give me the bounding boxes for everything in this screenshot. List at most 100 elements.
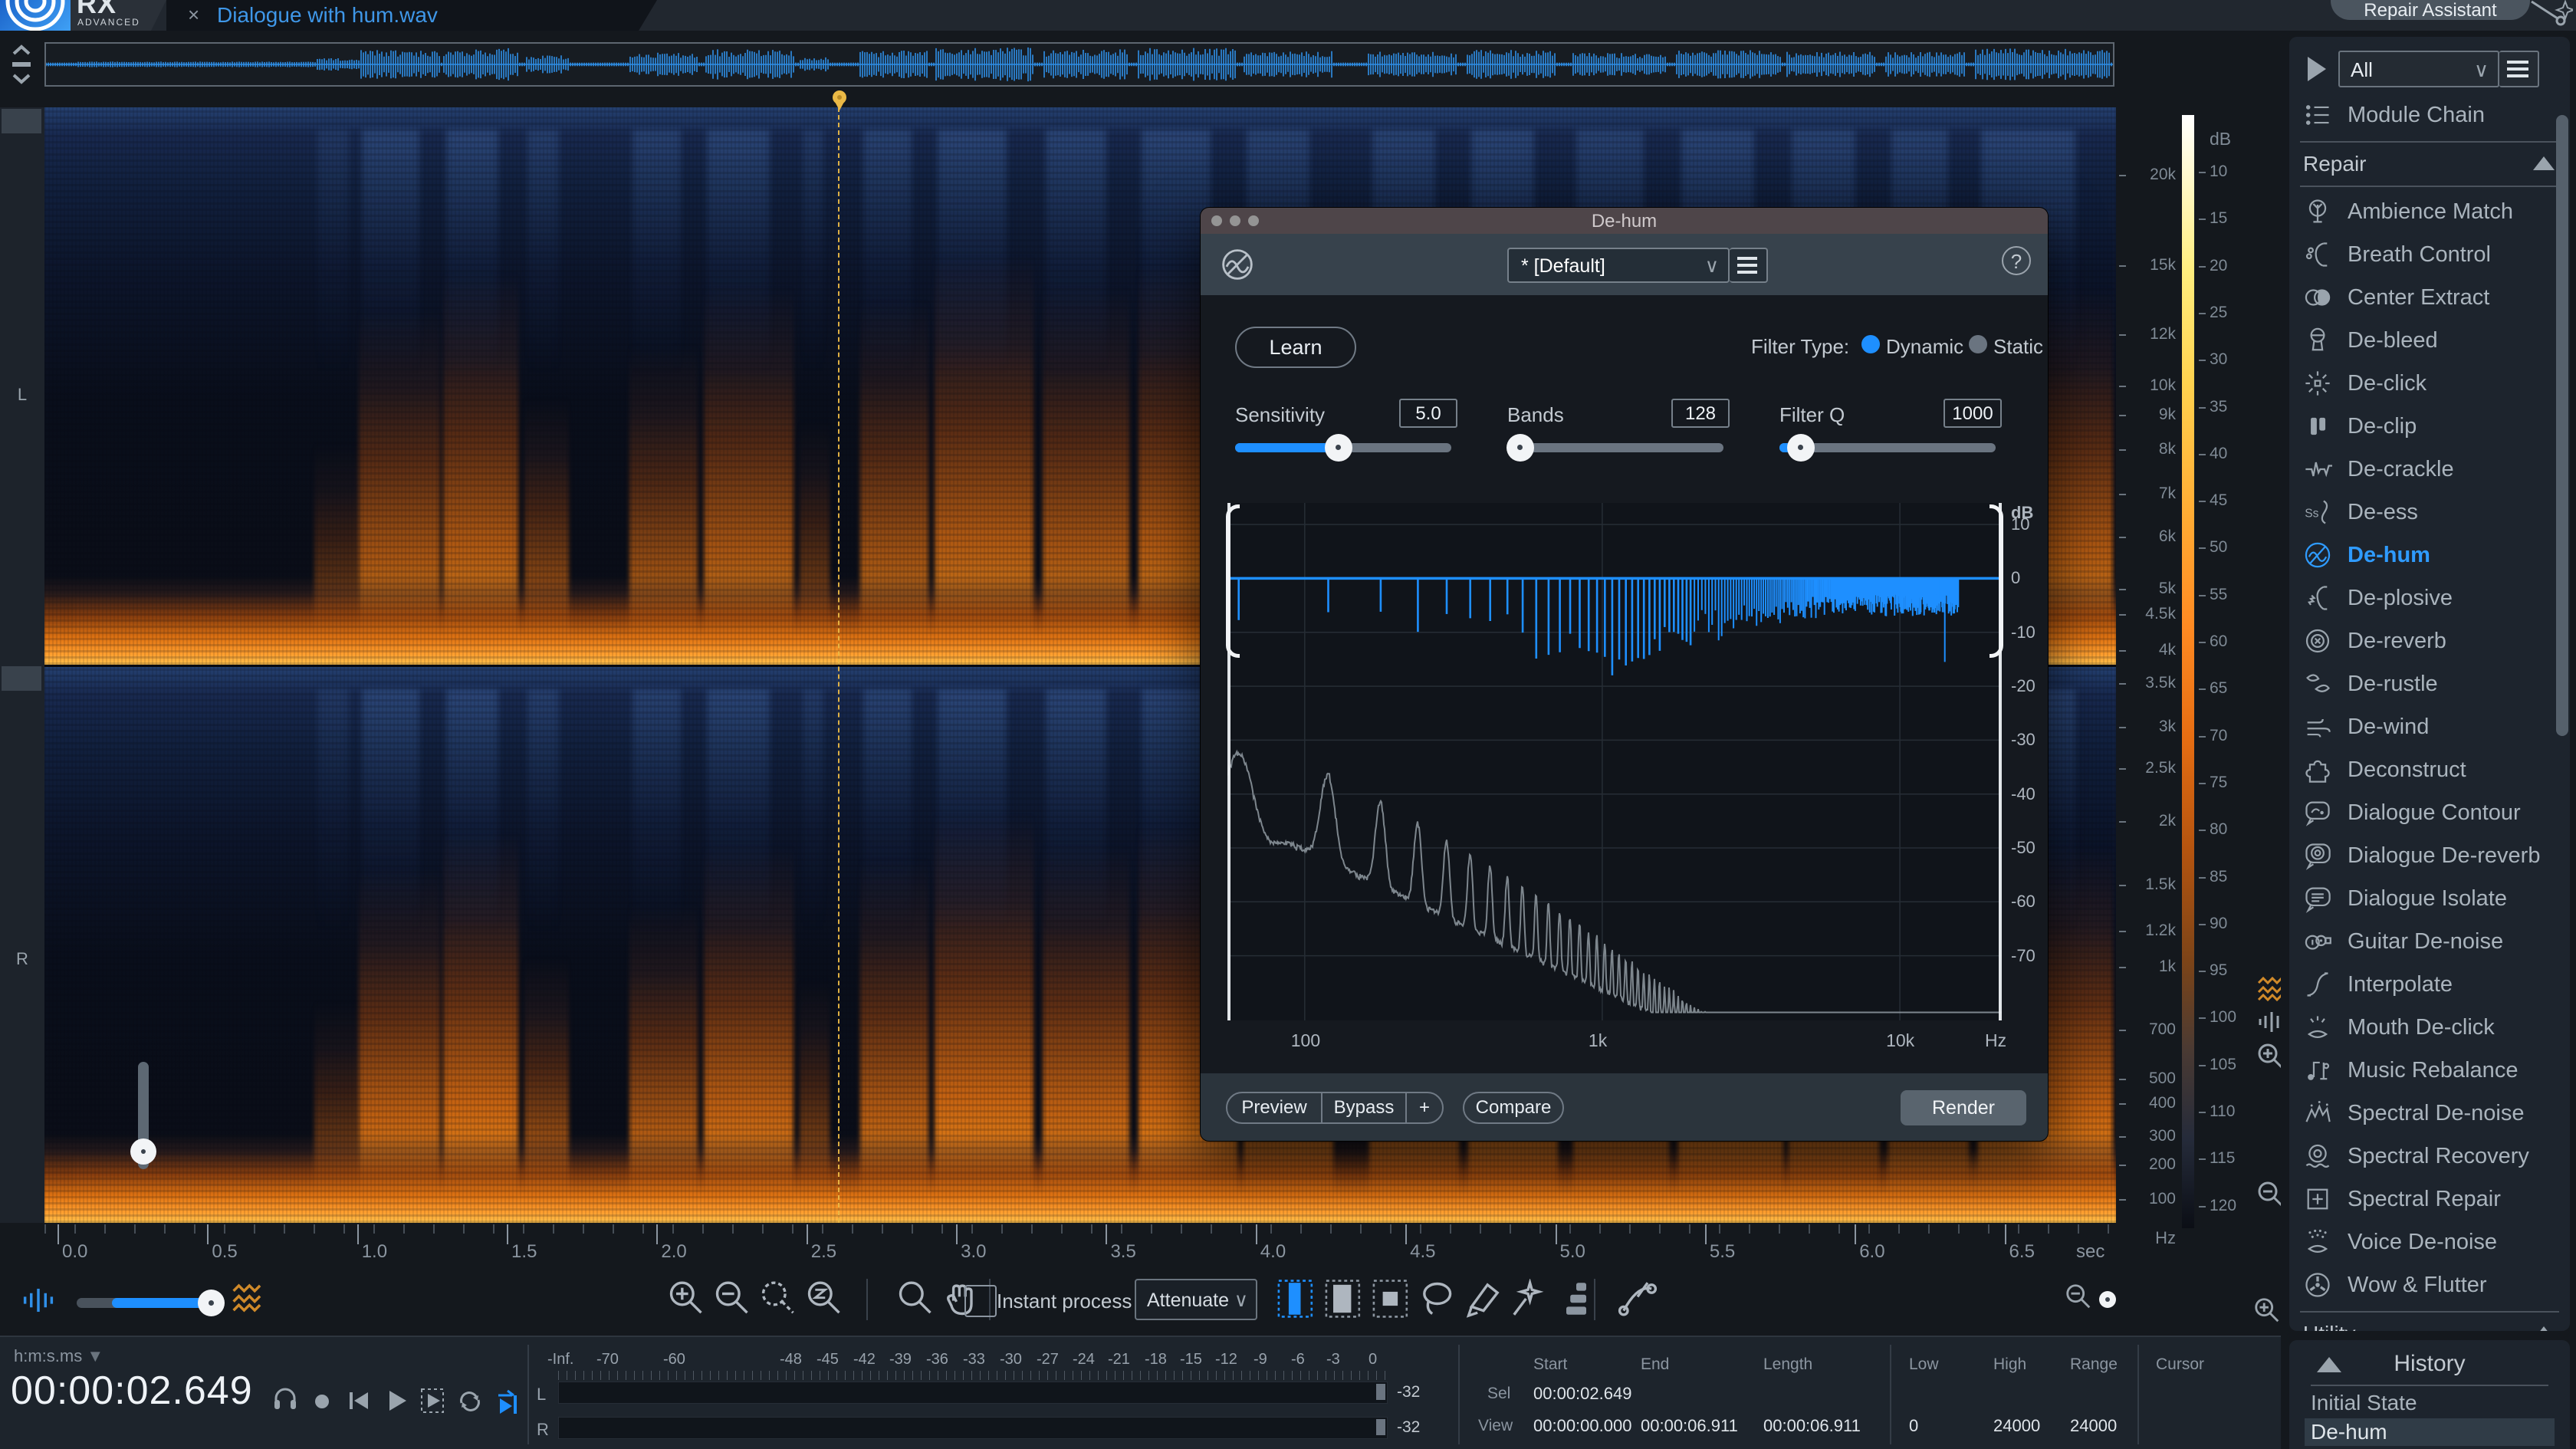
sidebar-item-center-extract[interactable]: Center Extract <box>2289 276 2570 319</box>
preview-button[interactable]: Preview <box>1227 1093 1322 1122</box>
magic-wand-icon[interactable] <box>1508 1279 1551 1322</box>
module-filter-dropdown[interactable]: All ∨ <box>2338 51 2499 87</box>
sidebar-item-de-rustle[interactable]: De-rustle <box>2289 662 2570 705</box>
sidebar-item-spectral-de-noise[interactable]: Spectral De-noise <box>2289 1092 2570 1135</box>
lasso-tool-icon[interactable] <box>1418 1279 1461 1322</box>
channel-header-tile[interactable] <box>2 109 41 133</box>
go-to-start-icon[interactable] <box>343 1385 374 1415</box>
repair-assistant-button[interactable]: Repair Assistant <box>2331 0 2530 21</box>
view-value[interactable]: 00:00:00.000 <box>1533 1416 1631 1436</box>
attenuate-dropdown[interactable]: Attenuate ∨ <box>1135 1279 1257 1320</box>
compare-button[interactable]: Compare <box>1463 1092 1564 1124</box>
vertical-zoom-knob[interactable] <box>130 1138 156 1165</box>
graph-right-bracket-handle[interactable] <box>1990 504 2003 658</box>
zoom-in-icon[interactable] <box>666 1279 709 1322</box>
zoom-reset-icon[interactable] <box>804 1279 847 1322</box>
zoom-out-icon[interactable] <box>712 1279 755 1322</box>
sidebar-item-dialogue-isolate[interactable]: Dialogue Isolate <box>2289 877 2570 920</box>
sidebar-item-voice-de-noise[interactable]: Voice De-noise <box>2289 1221 2570 1263</box>
file-tab[interactable]: × Dialogue with hum.wav <box>166 0 657 31</box>
view-value[interactable]: 0 <box>1909 1416 1918 1436</box>
bypass-button[interactable]: Bypass <box>1322 1093 1407 1122</box>
view-value[interactable]: 24000 <box>1993 1416 2040 1436</box>
sidebar-item-deconstruct[interactable]: Deconstruct <box>2289 748 2570 791</box>
filter-spectrum-graph[interactable]: dB 10 0 -10 -20 -30 -40 -50 -60 -70 100 1k 10k Hz <box>1226 503 2036 1050</box>
module-menu-button[interactable] <box>2499 51 2539 87</box>
sidebar-item-de-click[interactable]: De-click <box>2289 362 2570 405</box>
param-slider-knob[interactable] <box>1787 434 1815 462</box>
param-slider[interactable] <box>1779 434 1996 462</box>
loop-icon[interactable] <box>454 1385 485 1415</box>
search-icon[interactable] <box>895 1279 938 1322</box>
spectrogram-blend-icon[interactable] <box>230 1280 261 1313</box>
sidebar-item-de-clip[interactable]: De-clip <box>2289 405 2570 448</box>
bezier-tool-icon[interactable] <box>1618 1279 1661 1322</box>
add-preview-button[interactable]: + <box>1407 1093 1442 1122</box>
param-value-field[interactable]: 128 <box>1671 399 1730 428</box>
waveform-blend-icon[interactable] <box>21 1285 54 1316</box>
history-item[interactable]: Initial State <box>2305 1389 2555 1417</box>
sidebar-item-guitar-de-noise[interactable]: Guitar De-noise <box>2289 920 2570 963</box>
param-value-field[interactable]: 1000 <box>1944 399 2002 428</box>
record-icon[interactable] <box>307 1385 337 1415</box>
blend-knob[interactable] <box>198 1290 225 1316</box>
sidebar-item-dialogue-contour[interactable]: Dialogue Contour <box>2289 791 2570 834</box>
sidebar-item-de-wind[interactable]: De-wind <box>2289 705 2570 748</box>
history-item[interactable]: De-hum <box>2305 1418 2555 1446</box>
learn-button[interactable]: Learn <box>1235 327 1356 368</box>
playhead-marker[interactable] <box>832 90 846 110</box>
static-radio[interactable] <box>1969 335 1987 353</box>
play-to-end-icon[interactable] <box>491 1385 521 1415</box>
help-button[interactable]: ? <box>2002 246 2031 275</box>
sel-start-value[interactable]: 00:00:02.649 <box>1533 1384 1631 1404</box>
vertical-zoom-slider[interactable] <box>130 1062 156 1169</box>
sidebar-item-dialogue-de-reverb[interactable]: Dialogue De-reverb <box>2289 834 2570 877</box>
param-value-field[interactable]: 5.0 <box>1399 399 1457 428</box>
view-value[interactable]: 00:00:06.911 <box>1763 1416 1861 1436</box>
time-ruler[interactable]: 0.0 0.5 1.0 1.5 2.0 2.5 3.0 3.5 4.0 4.5 5.0 5.5 6.0 6… <box>44 1224 2130 1272</box>
sidebar-item-de-bleed[interactable]: De-bleed <box>2289 319 2570 362</box>
sidebar-item-ambience-match[interactable]: Ambience Match <box>2289 190 2570 233</box>
param-slider-knob[interactable] <box>1506 434 1534 462</box>
view-value[interactable]: 00:00:06.911 <box>1641 1416 1738 1436</box>
tab-title[interactable]: Dialogue with hum.wav <box>217 3 438 28</box>
sidebar-item-music-rebalance[interactable]: Music Rebalance <box>2289 1049 2570 1092</box>
headphones-icon[interactable] <box>270 1385 301 1415</box>
repair-section-header[interactable]: Repair <box>2300 141 2559 187</box>
sidebar-item-spectral-repair[interactable]: Spectral Repair <box>2289 1178 2570 1221</box>
adjacent-selection-icon[interactable] <box>1556 1279 1599 1322</box>
render-button[interactable]: Render <box>1901 1090 2026 1125</box>
instant-process-checkbox[interactable] <box>964 1285 997 1317</box>
time-freq-selection-tool-icon[interactable] <box>1323 1279 1366 1322</box>
param-slider-knob[interactable] <box>1325 434 1352 462</box>
param-slider[interactable] <box>1506 434 1723 462</box>
sidebar-item-interpolate[interactable]: Interpolate <box>2289 963 2570 1006</box>
param-slider[interactable] <box>1235 434 1451 462</box>
zoom-selection-icon[interactable] <box>758 1279 801 1322</box>
play-icon[interactable] <box>380 1385 411 1415</box>
play-selection-icon[interactable] <box>417 1385 448 1415</box>
sidebar-item-de-crackle[interactable]: De-crackle <box>2289 448 2570 491</box>
sidebar-item-spectral-recovery[interactable]: Spectral Recovery <box>2289 1135 2570 1178</box>
channel-header-tile[interactable] <box>2 666 41 691</box>
preset-menu-button[interactable] <box>1730 248 1768 283</box>
sidebar-item-de-hum[interactable]: De-hum <box>2289 534 2570 577</box>
sidebar-item-de-ess[interactable]: Ss De-ess <box>2289 491 2570 534</box>
sidebar-item-module-chain[interactable]: Module Chain <box>2289 94 2570 136</box>
waveform-overview[interactable] <box>44 42 2114 87</box>
freq-selection-tool-icon[interactable] <box>1371 1279 1414 1322</box>
brush-tool-icon[interactable] <box>1464 1279 1506 1322</box>
sidebar-item-mouth-de-click[interactable]: Mouth De-click <box>2289 1006 2570 1049</box>
sidebar-item-breath-control[interactable]: Breath Control <box>2289 233 2570 276</box>
modules-scrollbar[interactable] <box>2556 115 2568 736</box>
graph-left-bracket-handle[interactable] <box>1226 504 1240 658</box>
close-tab-icon[interactable]: × <box>188 3 199 27</box>
time-selection-tool-icon[interactable] <box>1276 1279 1319 1322</box>
time-format-selector[interactable]: h:m:s.ms ▼ <box>14 1346 104 1366</box>
sidebar-item-wow-flutter[interactable]: Wow & Flutter <box>2289 1263 2570 1306</box>
sidebar-item-de-plosive[interactable]: De-plosive <box>2289 577 2570 619</box>
playhead-line[interactable] <box>838 107 840 1223</box>
overview-expand-control[interactable] <box>5 43 38 87</box>
dynamic-radio[interactable] <box>1861 335 1880 353</box>
wand-icon[interactable] <box>2524 0 2573 26</box>
